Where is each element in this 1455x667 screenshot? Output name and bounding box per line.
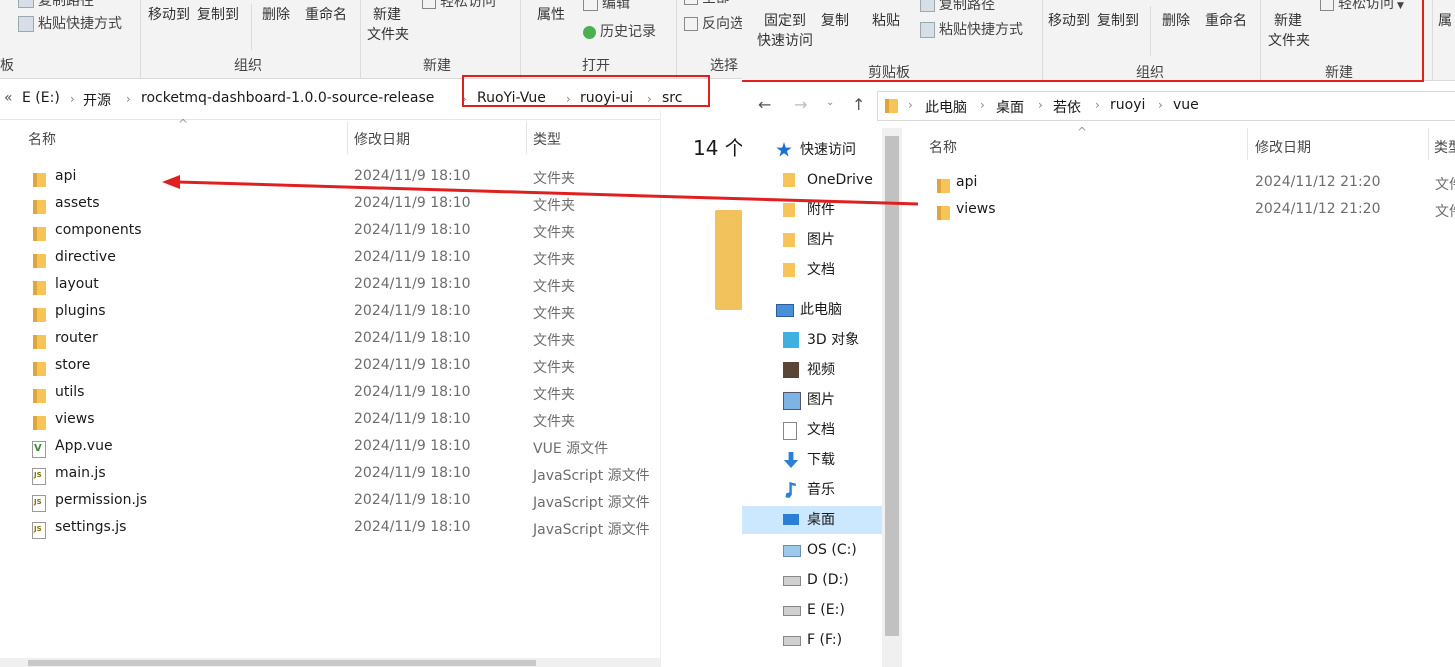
drag-arrow-annotation — [162, 175, 919, 206]
